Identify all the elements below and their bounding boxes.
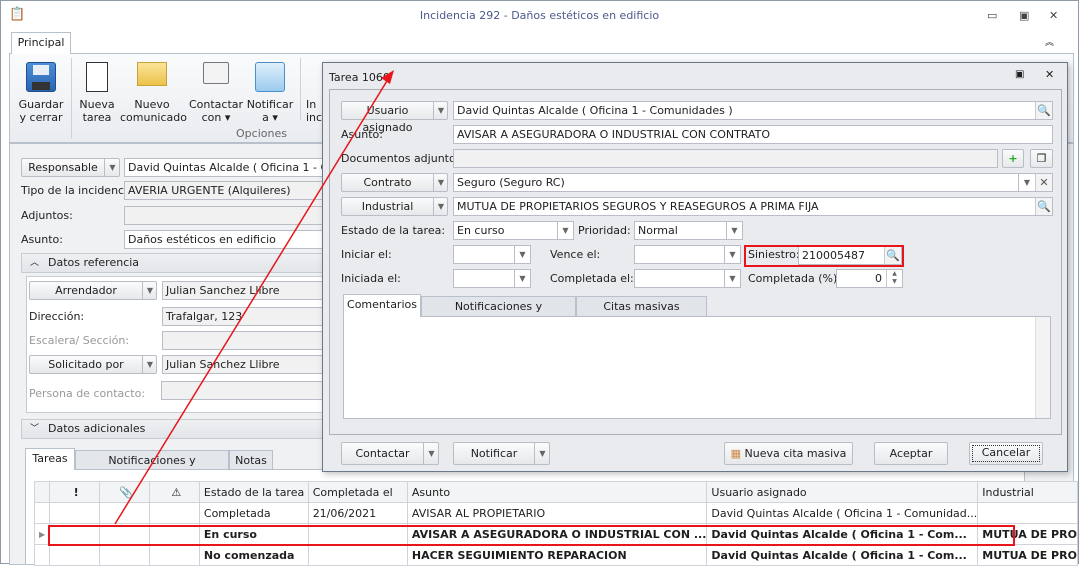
annotation-arrow <box>114 70 394 525</box>
tab-tareas[interactable]: Tareas <box>25 448 75 470</box>
tab-principal[interactable]: Principal <box>11 32 71 54</box>
tab-comentarios[interactable]: Comentarios <box>343 294 421 317</box>
arrow-head-icon <box>381 70 394 84</box>
